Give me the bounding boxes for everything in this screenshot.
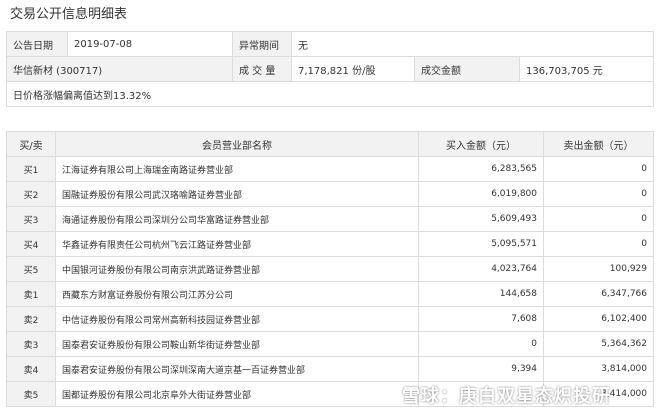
table-row: 买5 中国银河证券股份有限公司南京洪武路证券营业部 4,023,764 100,… <box>6 256 654 282</box>
row-side: 买3 <box>6 206 56 232</box>
row-name: 国泰君安证券股份有限公司鞍山新华街证券营业部 <box>55 331 419 357</box>
header-sell: 卖出金额（元） <box>543 131 654 157</box>
row-buy: 6,283,565 <box>418 156 544 182</box>
summary-note: 日价格涨幅偏离值达到13.32% <box>6 81 654 107</box>
row-name: 中信证券股份有限公司常州高新科技园证券营业部 <box>55 306 419 332</box>
detail-table: 买/卖 会员营业部名称 买入金额（元） 卖出金额（元） 买1 江海证券有限公司上… <box>6 131 654 407</box>
detail-header-row: 买/卖 会员营业部名称 买入金额（元） 卖出金额（元） <box>6 131 654 157</box>
row-sell: 6,347,766 <box>543 281 654 307</box>
row-buy: 5,095,571 <box>418 231 544 257</box>
row-buy: 4,023,764 <box>418 256 544 282</box>
table-row: 卖4 国泰君安证券股份有限公司深圳深南大道京基一百证券营业部 9,394 3,8… <box>6 356 654 382</box>
row-buy: 9,394 <box>418 356 544 382</box>
row-sell: 6,102,400 <box>543 306 654 332</box>
row-side: 卖3 <box>6 331 56 357</box>
stock-name: 华信新材 (300717) <box>6 56 233 82</box>
summary-row-volume: 华信新材 (300717) 成 交 量 7,178,821 份/股 成交金额 1… <box>6 56 654 82</box>
abnormal-label: 异常期间 <box>232 31 292 57</box>
row-sell: 0 <box>543 206 654 232</box>
table-row: 买4 华鑫证券有限责任公司杭州飞云江路证券营业部 5,095,571 0 <box>6 231 654 257</box>
header-side: 买/卖 <box>6 131 56 157</box>
row-buy: 144,658 <box>418 281 544 307</box>
watermark: 雪球：庚白双星态炽投研 <box>402 386 611 407</box>
volume-label: 成 交 量 <box>232 56 292 82</box>
page-title: 交易公开信息明细表 <box>10 7 128 22</box>
row-sell: 0 <box>543 231 654 257</box>
row-name: 中国银河证券股份有限公司南京洪武路证券营业部 <box>55 256 419 282</box>
row-side: 买1 <box>6 156 56 182</box>
amount-value: 136,703,705 元 <box>519 56 654 82</box>
row-sell: 3,814,000 <box>543 356 654 382</box>
row-side: 买4 <box>6 231 56 257</box>
table-row: 买2 国融证券股份有限公司武汉珞喻路证券营业部 6,019,800 0 <box>6 181 654 207</box>
row-buy: 6,019,800 <box>418 181 544 207</box>
table-row: 卖2 中信证券股份有限公司常州高新科技园证券营业部 7,608 6,102,40… <box>6 306 654 332</box>
header-buy: 买入金额（元） <box>418 131 544 157</box>
date-value: 2019-07-08 <box>67 31 233 57</box>
table-row: 买1 江海证券有限公司上海瑞金南路证券营业部 6,283,565 0 <box>6 156 654 182</box>
row-buy: 0 <box>418 331 544 357</box>
row-buy: 5,609,493 <box>418 206 544 232</box>
row-sell: 0 <box>543 181 654 207</box>
volume-value: 7,178,821 份/股 <box>291 56 415 82</box>
header-name: 会员营业部名称 <box>55 131 419 157</box>
row-name: 国融证券股份有限公司武汉珞喻路证券营业部 <box>55 181 419 207</box>
table-row: 买3 海通证券股份有限公司深圳分公司华富路证券营业部 5,609,493 0 <box>6 206 654 232</box>
row-sell: 0 <box>543 156 654 182</box>
row-sell: 100,929 <box>543 256 654 282</box>
row-side: 卖5 <box>6 381 56 407</box>
row-side: 卖2 <box>6 306 56 332</box>
row-name: 西藏东方财富证券股份有限公司江苏分公司 <box>55 281 419 307</box>
row-sell: 5,364,362 <box>543 331 654 357</box>
date-label: 公告日期 <box>6 31 68 57</box>
row-side: 买5 <box>6 256 56 282</box>
row-name: 国泰君安证券股份有限公司深圳深南大道京基一百证券营业部 <box>55 356 419 382</box>
summary-table: 公告日期 2019-07-08 异常期间 无 华信新材 (300717) 成 交… <box>6 31 654 107</box>
row-buy: 7,608 <box>418 306 544 332</box>
row-side: 买2 <box>6 181 56 207</box>
amount-label: 成交金额 <box>414 56 520 82</box>
row-name: 江海证券有限公司上海瑞金南路证券营业部 <box>55 156 419 182</box>
row-name: 国都证券股份有限公司北京阜外大街证券营业部 <box>55 381 419 407</box>
row-side: 卖4 <box>6 356 56 382</box>
row-name: 华鑫证券有限责任公司杭州飞云江路证券营业部 <box>55 231 419 257</box>
row-side: 卖1 <box>6 281 56 307</box>
table-row: 卖1 西藏东方财富证券股份有限公司江苏分公司 144,658 6,347,766 <box>6 281 654 307</box>
summary-row-date: 公告日期 2019-07-08 异常期间 无 <box>6 31 654 57</box>
table-row: 卖3 国泰君安证券股份有限公司鞍山新华街证券营业部 0 5,364,362 <box>6 331 654 357</box>
summary-row-note: 日价格涨幅偏离值达到13.32% <box>6 81 654 107</box>
abnormal-value: 无 <box>291 31 654 57</box>
row-name: 海通证券股份有限公司深圳分公司华富路证券营业部 <box>55 206 419 232</box>
